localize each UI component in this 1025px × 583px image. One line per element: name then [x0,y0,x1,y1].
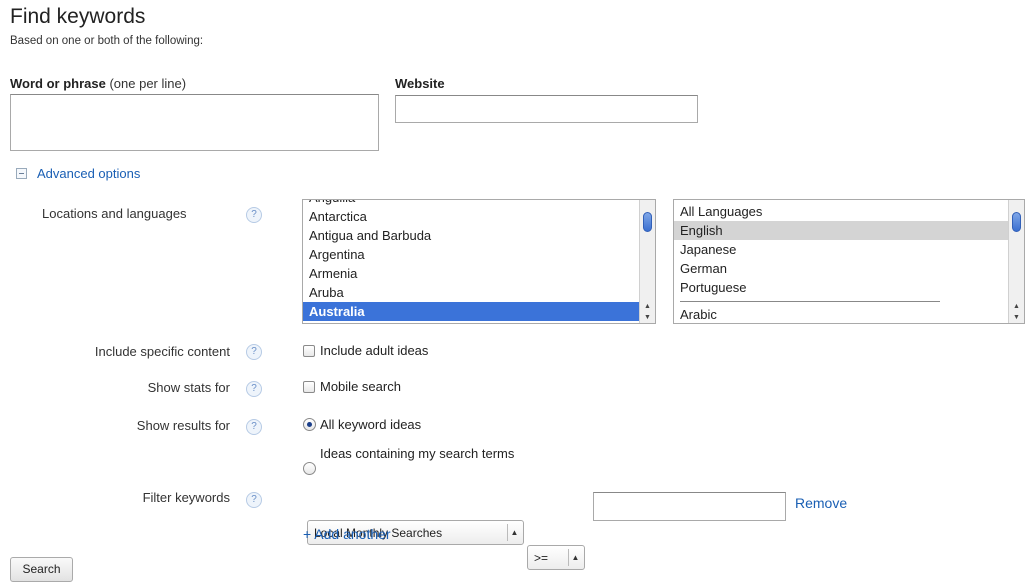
languages-scroll-thumb[interactable] [1012,212,1021,232]
search-button[interactable]: Search [10,557,73,582]
show-stats-label: Show stats for [147,380,230,395]
languages-scrollbar[interactable]: ▲ ▼ [1008,200,1024,323]
mobile-search-checkbox[interactable] [303,381,315,393]
minus-box-icon [16,168,27,179]
language-separator [674,297,1008,305]
languages-list: All Languages English Japanese German Po… [674,202,1008,323]
filter-keywords-label: Filter keywords [142,490,230,505]
website-input[interactable] [395,95,698,123]
language-option[interactable]: All Languages [674,202,1008,221]
word-phrase-label-text: Word or phrase [10,76,106,91]
filter-operator-select[interactable]: >= ▲ [527,545,585,570]
locations-listbox[interactable]: Anguilla Antarctica Antigua and Barbuda … [302,199,656,324]
word-phrase-hint: (one per line) [109,76,187,91]
language-option[interactable]: German [674,259,1008,278]
location-option[interactable]: Aruba [303,283,639,302]
scroll-down-arrow-icon[interactable]: ▼ [640,312,655,323]
language-option[interactable]: Portuguese [674,278,1008,297]
show-results-help-icon[interactable]: ? [246,419,262,435]
adult-ideas-label: Include adult ideas [320,343,429,358]
page-title: Find keywords [10,5,146,28]
show-results-label: Show results for [136,418,230,433]
locations-scrollbar[interactable]: ▲ ▼ [639,200,655,323]
location-option[interactable]: Argentina [303,245,639,264]
locations-languages-label: Locations and languages [42,206,187,221]
location-option[interactable]: Armenia [303,264,639,283]
locations-list: Anguilla Antarctica Antigua and Barbuda … [303,200,639,323]
scroll-up-arrow-icon[interactable]: ▲ [1009,301,1024,312]
scroll-up-arrow-icon[interactable]: ▲ [640,301,655,312]
locations-help-icon[interactable]: ? [246,207,262,223]
location-option[interactable]: Antarctica [303,207,639,226]
filter-value-input[interactable] [593,492,786,521]
advanced-options-label: Advanced options [37,166,141,181]
language-option-selected[interactable]: English [674,221,1008,240]
chevron-down-icon: ▲ [507,524,521,541]
filter-operator-value: >= [534,551,549,565]
all-keyword-ideas-label: All keyword ideas [320,417,422,432]
languages-listbox[interactable]: All Languages English Japanese German Po… [673,199,1025,324]
language-option[interactable]: Arabic [674,305,1008,323]
word-phrase-label: Word or phrase (one per line) [10,76,186,91]
page-subtitle: Based on one or both of the following: [10,35,204,47]
ideas-containing-label: Ideas containing my search terms [320,446,515,461]
remove-filter-link[interactable]: Remove [795,495,847,511]
chevron-down-icon: ▲ [568,549,582,566]
adult-ideas-checkbox[interactable] [303,345,315,357]
mobile-search-label: Mobile search [320,379,401,394]
add-another-link[interactable]: + Add another [303,526,391,542]
show-stats-help-icon[interactable]: ? [246,381,262,397]
location-option[interactable]: Anguilla [303,200,639,207]
language-option[interactable]: Japanese [674,240,1008,259]
website-label: Website [395,76,445,91]
word-phrase-input[interactable] [10,94,379,151]
filter-keywords-help-icon[interactable]: ? [246,492,262,508]
ideas-containing-radio[interactable] [303,462,316,475]
location-option[interactable]: Antigua and Barbuda [303,226,639,245]
scroll-down-arrow-icon[interactable]: ▼ [1009,312,1024,323]
location-option-selected[interactable]: Australia [303,302,639,321]
specific-content-label: Include specific content [94,344,230,359]
all-keyword-ideas-radio[interactable] [303,418,316,431]
specific-content-help-icon[interactable]: ? [246,344,262,360]
advanced-options-toggle[interactable]: Advanced options [16,166,140,181]
website-label-text: Website [395,76,445,91]
locations-scroll-thumb[interactable] [643,212,652,232]
